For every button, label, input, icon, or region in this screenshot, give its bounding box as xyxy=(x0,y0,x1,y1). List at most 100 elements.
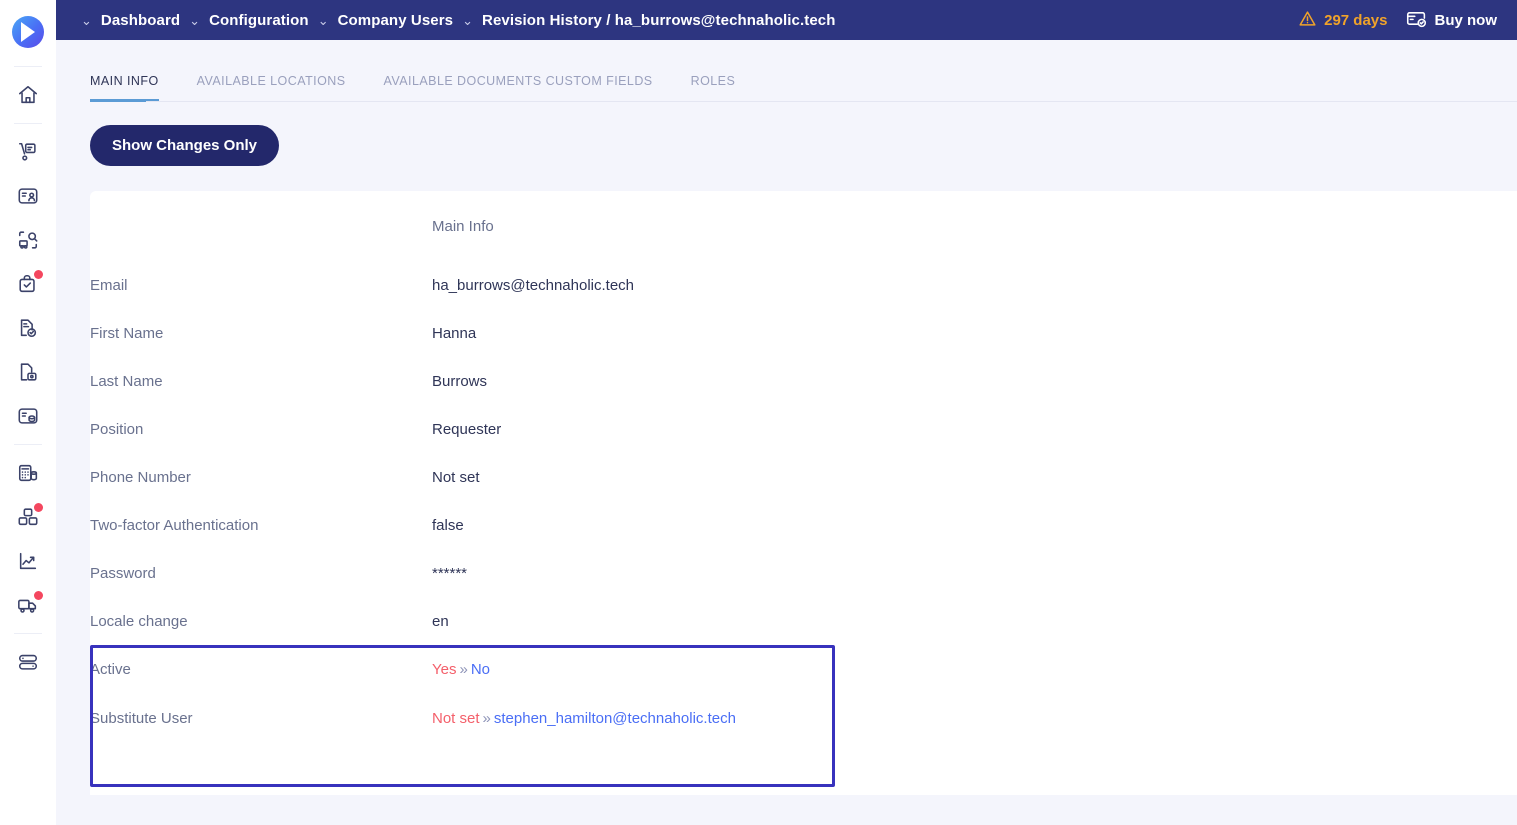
trial-days-label: 297 days xyxy=(1324,11,1388,29)
revision-history-card: Main Info Email ha_burrows@technaholic.t… xyxy=(90,191,1517,795)
trend-chart-icon xyxy=(17,550,39,572)
sidebar-item-contracts[interactable] xyxy=(0,350,56,394)
row-value-two-factor-authentication: false xyxy=(432,516,464,534)
table-header-spacer xyxy=(90,191,432,261)
sidebar-item-documents[interactable] xyxy=(0,306,56,350)
top-header-bar: ⌄ Dashboard ⌄ Configuration ⌄ Company Us… xyxy=(56,0,1517,40)
trial-days-indicator[interactable]: 297 days xyxy=(1298,9,1388,32)
tab-available-locations[interactable]: AVAILABLE LOCATIONS xyxy=(197,74,346,102)
breadcrumb-item-company-users[interactable]: Company Users xyxy=(338,12,454,29)
new-value-substitute-user[interactable]: stephen_hamilton@technaholic.tech xyxy=(494,710,736,727)
chevron-down-icon[interactable]: ⌄ xyxy=(309,14,338,27)
home-icon xyxy=(17,84,39,106)
show-changes-only-button[interactable]: Show Changes Only xyxy=(90,125,280,166)
change-arrow-icon: » xyxy=(459,661,468,678)
app-logo[interactable] xyxy=(0,4,56,60)
table-header-row: Main Info xyxy=(90,191,1517,261)
table-row: Email ha_burrows@technaholic.tech xyxy=(90,261,1517,309)
truck-search-icon xyxy=(17,229,39,251)
row-label-last-name: Last Name xyxy=(90,372,163,390)
tab-available-documents-custom-fields[interactable]: AVAILABLE DOCUMENTS CUSTOM FIELDS xyxy=(384,74,653,102)
contact-card-icon xyxy=(17,185,39,207)
document-check-icon xyxy=(17,317,39,339)
row-value-locale-change: en xyxy=(432,612,449,630)
row-value-substitute-user: Not set» stephen_hamilton@technaholic.tec… xyxy=(432,694,1517,743)
sidebar-item-approvals[interactable] xyxy=(0,262,56,306)
notification-badge xyxy=(34,503,43,512)
sidebar-item-inventory-search[interactable] xyxy=(0,218,56,262)
row-value-first-name: Hanna xyxy=(432,324,477,342)
row-label-two-factor-authentication: Two-factor Authentication xyxy=(90,516,259,534)
sidebar-divider xyxy=(14,633,42,634)
warning-triangle-icon xyxy=(1298,9,1317,32)
chevron-down-icon[interactable]: ⌄ xyxy=(72,14,101,27)
sidebar-item-deliveries[interactable] xyxy=(0,583,56,627)
row-value-phone-number: Not set xyxy=(432,468,480,486)
sidebar-item-invoices[interactable] xyxy=(0,451,56,495)
sidebar-divider xyxy=(14,444,42,445)
table-row-changed: Active Yes» No xyxy=(90,645,1517,694)
buy-now-button[interactable]: Buy now xyxy=(1406,8,1498,33)
row-value-email: ha_burrows@technaholic.tech xyxy=(432,276,635,294)
chevron-down-icon[interactable]: ⌄ xyxy=(180,14,209,27)
row-value-password: ****** xyxy=(432,564,468,582)
card-check-icon xyxy=(1406,8,1427,33)
sidebar-item-purchasing[interactable] xyxy=(0,130,56,174)
row-value-position: Requester xyxy=(432,420,502,438)
row-label-active: Active xyxy=(90,661,131,678)
hand-truck-icon xyxy=(17,141,39,163)
sidebar-item-suppliers[interactable] xyxy=(0,174,56,218)
sidebar xyxy=(0,0,56,825)
table-row: Locale change en xyxy=(90,597,1517,645)
row-label-email: Email xyxy=(90,276,128,294)
breadcrumb: ⌄ Dashboard ⌄ Configuration ⌄ Company Us… xyxy=(72,12,1298,29)
old-value-substitute-user: Not set xyxy=(432,710,480,727)
row-label-locale-change: Locale change xyxy=(90,612,188,630)
table-row-changed: Substitute User Not set» stephen_hamilton… xyxy=(90,694,1517,743)
triangle-logo-icon xyxy=(12,16,44,48)
column-header-main-info: Main Info xyxy=(432,217,494,235)
buy-now-label: Buy now xyxy=(1434,11,1498,29)
sidebar-item-analytics[interactable] xyxy=(0,539,56,583)
calculator-icon xyxy=(17,462,39,484)
tab-list: MAIN INFO AVAILABLE LOCATIONS AVAILABLE … xyxy=(56,40,1517,102)
breadcrumb-item-dashboard[interactable]: Dashboard xyxy=(101,12,180,29)
table-row: Password ****** xyxy=(90,549,1517,597)
top-header-actions: 297 days Buy now xyxy=(1298,8,1517,33)
table-row: Last Name Burrows xyxy=(90,357,1517,405)
sidebar-item-settings-server[interactable] xyxy=(0,640,56,684)
row-value-active: Yes» No xyxy=(432,645,1517,694)
breadcrumb-item-revision-history[interactable]: Revision History / ha_burrows@technaholi… xyxy=(482,12,835,29)
main-content: Show Changes Only Main Info Email ha_bur… xyxy=(56,102,1517,825)
chevron-down-icon[interactable]: ⌄ xyxy=(453,14,482,27)
new-value-active[interactable]: No xyxy=(471,661,490,678)
sidebar-item-vendor-payments[interactable] xyxy=(0,394,56,438)
change-arrow-icon: » xyxy=(482,710,491,727)
table-row: Phone Number Not set xyxy=(90,453,1517,501)
table-bottom-spacer xyxy=(90,743,1517,785)
row-label-first-name: First Name xyxy=(90,324,164,342)
notification-badge xyxy=(34,591,43,600)
table-row: Two-factor Authentication false xyxy=(90,501,1517,549)
sidebar-divider xyxy=(14,123,42,124)
tab-strip: MAIN INFO AVAILABLE LOCATIONS AVAILABLE … xyxy=(56,40,1517,102)
sidebar-item-home[interactable] xyxy=(0,73,56,117)
tab-main-info[interactable]: MAIN INFO xyxy=(90,74,159,102)
breadcrumb-item-configuration[interactable]: Configuration xyxy=(209,12,309,29)
app-root: ⌄ Dashboard ⌄ Configuration ⌄ Company Us… xyxy=(0,0,1517,825)
row-label-position: Position xyxy=(90,420,144,438)
tab-roles[interactable]: ROLES xyxy=(691,74,736,102)
server-icon xyxy=(17,651,39,673)
old-value-active: Yes xyxy=(432,661,457,678)
sidebar-divider xyxy=(14,66,42,67)
row-label-phone-number: Phone Number xyxy=(90,468,191,486)
row-label-substitute-user: Substitute User xyxy=(90,710,193,727)
revision-table: Main Info Email ha_burrows@technaholic.t… xyxy=(90,191,1517,787)
content-toolbar: Show Changes Only xyxy=(56,102,1517,166)
row-label-password: Password xyxy=(90,564,156,582)
row-value-last-name: Burrows xyxy=(432,372,488,390)
document-lock-icon xyxy=(17,361,39,383)
table-row: Position Requester xyxy=(90,405,1517,453)
table-row: First Name Hanna xyxy=(90,309,1517,357)
sidebar-item-assets[interactable] xyxy=(0,495,56,539)
